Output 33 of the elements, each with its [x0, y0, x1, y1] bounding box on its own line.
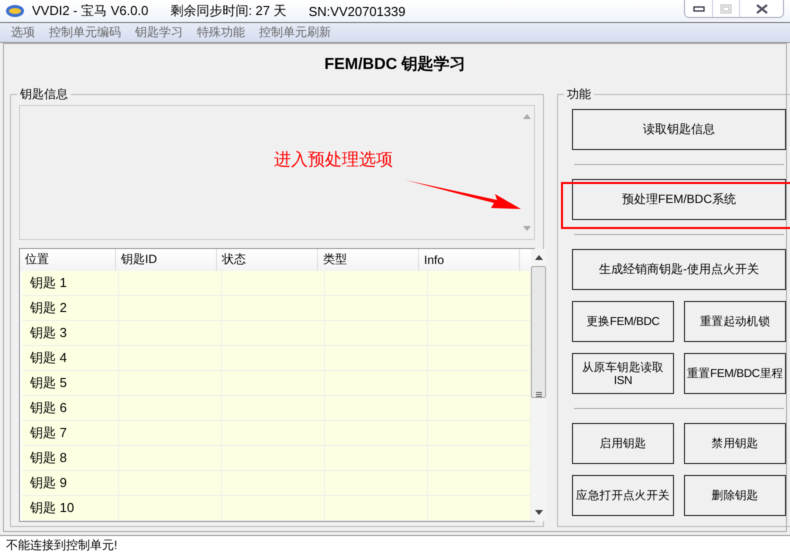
annotation-text: 进入预处理选项	[274, 148, 393, 171]
menu-item[interactable]: 钥匙学习	[135, 24, 183, 41]
scroll-up-icon[interactable]	[534, 254, 542, 260]
table-cell: 钥匙 10	[22, 496, 119, 521]
minimize-icon	[692, 6, 704, 12]
window-title: VVDI2 - 宝马 V6.0.0	[32, 2, 148, 20]
function-button[interactable]: 删除钥匙	[684, 474, 786, 516]
function-button[interactable]: 生成经销商钥匙-使用点火开关	[572, 248, 786, 290]
maximize-icon	[720, 4, 732, 14]
function-button[interactable]: 更换FEM/BDC	[572, 300, 674, 342]
page-heading: FEM/BDC 钥匙学习	[324, 54, 466, 76]
function-button[interactable]: 禁用钥匙	[684, 422, 786, 464]
scroll-thumb[interactable]	[531, 266, 546, 398]
function-button[interactable]: 预处理FEM/BDC系统	[572, 178, 786, 220]
function-button[interactable]: 启用钥匙	[572, 422, 674, 464]
menu-item[interactable]: 特殊功能	[197, 24, 245, 41]
group-title: 钥匙信息	[17, 86, 71, 103]
close-icon	[754, 4, 768, 14]
scroll-down-icon[interactable]	[534, 510, 542, 515]
function-button[interactable]: 重置起动机锁	[684, 300, 786, 342]
app-logo-icon	[6, 5, 24, 18]
serial-number: SN:VV20701339	[308, 4, 406, 19]
function-button[interactable]: 重置FEM/BDC里程	[684, 352, 786, 394]
info-text-area[interactable]: 进入预处理选项	[19, 104, 535, 240]
function-button[interactable]: 应急打开点火开关	[572, 474, 674, 516]
status-message: 不能连接到控制单元!	[6, 537, 118, 554]
menu-item[interactable]: 控制单元编码	[49, 24, 121, 41]
function-button[interactable]: 从原车钥匙读取ISN	[572, 352, 674, 394]
sync-info: 剩余同步时间: 27 天	[170, 2, 287, 20]
scrollbar[interactable]	[531, 248, 546, 521]
menu-item[interactable]: 选项	[11, 24, 35, 41]
function-button[interactable]: 读取钥匙信息	[572, 108, 786, 150]
menu-item[interactable]: 控制单元刷新	[259, 24, 331, 41]
